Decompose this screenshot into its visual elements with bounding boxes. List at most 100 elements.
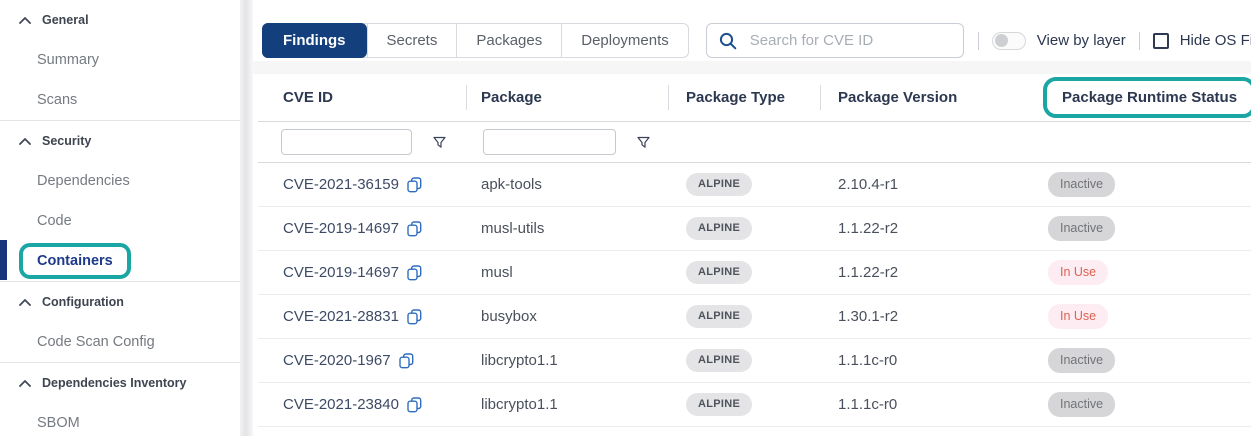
package-version: 1.1.1c-r0 — [838, 352, 897, 369]
filter-icon[interactable] — [433, 136, 446, 149]
hide-os-findings-label: Hide OS Findings — [1180, 32, 1251, 49]
tab-findings[interactable]: Findings — [262, 23, 367, 58]
table-header-row: CVE ID Package Package Type Package Vers… — [258, 74, 1251, 122]
chevron-up-icon — [19, 13, 31, 27]
sidebar-section-configuration: Configuration Code Scan Config — [0, 281, 240, 362]
cve-search-box — [706, 23, 964, 58]
cve-id-link[interactable]: CVE-2019-14697 — [283, 220, 399, 237]
sidebar-item-label: Code — [37, 213, 72, 229]
runtime-status-badge: Inactive — [1048, 392, 1115, 416]
toolbar-table-gap — [253, 61, 1251, 74]
package-filter-input[interactable] — [483, 129, 616, 155]
section-label: General — [42, 13, 89, 27]
cve-id-link[interactable]: CVE-2021-36159 — [283, 176, 399, 193]
sidebar-section-security: Security Dependencies Code Containers — [0, 120, 240, 281]
sidebar-item-containers[interactable]: Containers — [0, 241, 240, 281]
cve-filter-input[interactable] — [281, 129, 412, 155]
package-version: 2.10.4-r1 — [838, 176, 898, 193]
package-type-badge: ALPINE — [686, 217, 752, 239]
sidebar-item-code-scan-config[interactable]: Code Scan Config — [0, 322, 240, 362]
table-row: CVE-2021-23840 libcrypto1.1 ALPINE 1.1.1… — [258, 383, 1251, 427]
column-header-package-version[interactable]: Package Version — [820, 74, 1040, 121]
section-label: Security — [42, 134, 91, 148]
section-label: Dependencies Inventory — [42, 376, 187, 390]
findings-table: CVE ID Package Package Type Package Vers… — [258, 74, 1251, 436]
copy-icon[interactable] — [407, 221, 422, 237]
view-by-layer-toggle[interactable] — [992, 32, 1026, 50]
column-header-package[interactable]: Package — [466, 74, 668, 121]
findings-table-body: CVE-2021-36159 apk-tools ALPINE 2.10.4-r… — [258, 163, 1251, 427]
sidebar-item-label: Scans — [37, 92, 77, 108]
search-icon — [719, 32, 737, 50]
tab-group: Findings Secrets Packages Deployments — [262, 23, 689, 58]
cve-search-input[interactable] — [748, 31, 951, 50]
sidebar-item-dependencies[interactable]: Dependencies — [0, 161, 240, 201]
cve-id-link[interactable]: CVE-2020-1967 — [283, 352, 391, 369]
table-filter-row — [258, 122, 1251, 163]
sidebar-item-label: Dependencies — [37, 173, 130, 189]
copy-icon[interactable] — [407, 309, 422, 325]
runtime-status-badge: In Use — [1048, 260, 1108, 284]
chevron-up-icon — [19, 134, 31, 148]
table-row: CVE-2019-14697 musl-utils ALPINE 1.1.22-… — [258, 207, 1251, 251]
package-name: libcrypto1.1 — [481, 352, 558, 369]
runtime-status-badge: Inactive — [1048, 216, 1115, 240]
package-type-badge: ALPINE — [686, 393, 752, 415]
sidebar-section-header-dependencies-inventory[interactable]: Dependencies Inventory — [0, 363, 240, 403]
sidebar-item-label: Containers — [37, 253, 113, 269]
column-header-package-type[interactable]: Package Type — [668, 74, 820, 121]
panel-divider-shadow — [240, 0, 253, 436]
sidebar-item-summary[interactable]: Summary — [0, 40, 240, 80]
package-version: 1.1.22-r2 — [838, 264, 898, 281]
chevron-up-icon — [19, 295, 31, 309]
runtime-status-badge: Inactive — [1048, 348, 1115, 372]
toggle-knob — [995, 34, 1008, 47]
package-type-badge: ALPINE — [686, 305, 752, 327]
package-name: musl-utils — [481, 220, 544, 237]
copy-icon[interactable] — [407, 397, 422, 413]
copy-icon[interactable] — [407, 177, 422, 193]
sidebar-item-code[interactable]: Code — [0, 201, 240, 241]
chevron-up-icon — [19, 376, 31, 390]
cve-id-link[interactable]: CVE-2019-14697 — [283, 264, 399, 281]
package-filter-cell — [466, 122, 668, 162]
toolbar-divider — [978, 32, 979, 50]
runtime-status-highlight-annotation: Package Runtime Status — [1043, 77, 1251, 118]
sidebar: General Summary Scans Security Dependenc… — [0, 0, 240, 436]
sidebar-section-dependencies-inventory: Dependencies Inventory SBOM — [0, 362, 240, 436]
app-root: General Summary Scans Security Dependenc… — [0, 0, 1251, 436]
sidebar-item-label: SBOM — [37, 415, 80, 431]
package-version: 1.30.1-r2 — [838, 308, 898, 325]
table-row: CVE-2020-1967 libcrypto1.1 ALPINE 1.1.1c… — [258, 339, 1251, 383]
package-name: apk-tools — [481, 176, 542, 193]
tab-secrets[interactable]: Secrets — [367, 24, 457, 57]
cve-id-link[interactable]: CVE-2021-23840 — [283, 396, 399, 413]
sidebar-section-header-security[interactable]: Security — [0, 121, 240, 161]
main-content: Findings Secrets Packages Deployments Vi… — [253, 0, 1251, 436]
sidebar-section-header-general[interactable]: General — [0, 0, 240, 40]
sidebar-section-header-configuration[interactable]: Configuration — [0, 282, 240, 322]
filter-icon[interactable] — [637, 136, 650, 149]
copy-icon[interactable] — [407, 265, 422, 281]
package-type-badge: ALPINE — [686, 349, 752, 371]
cve-id-link[interactable]: CVE-2021-28831 — [283, 308, 399, 325]
tab-deployments[interactable]: Deployments — [561, 24, 688, 57]
package-type-badge: ALPINE — [686, 173, 752, 195]
sidebar-item-scans[interactable]: Scans — [0, 80, 240, 120]
column-header-package-runtime-status[interactable]: Package Runtime Status — [1040, 74, 1251, 121]
package-version: 1.1.22-r2 — [838, 220, 898, 237]
toolbar: Findings Secrets Packages Deployments Vi… — [253, 23, 1251, 58]
package-name: libcrypto1.1 — [481, 396, 558, 413]
hide-os-findings-checkbox[interactable] — [1153, 33, 1169, 49]
sidebar-item-sbom[interactable]: SBOM — [0, 403, 240, 436]
runtime-status-badge: In Use — [1048, 304, 1108, 328]
tab-packages[interactable]: Packages — [456, 24, 561, 57]
sidebar-item-label: Summary — [37, 52, 99, 68]
sidebar-item-label: Code Scan Config — [37, 334, 155, 350]
copy-icon[interactable] — [399, 353, 414, 369]
package-type-badge: ALPINE — [686, 261, 752, 283]
package-version: 1.1.1c-r0 — [838, 396, 897, 413]
column-header-cve-id[interactable]: CVE ID — [258, 74, 466, 121]
containers-highlight-annotation: Containers — [19, 243, 131, 279]
section-label: Configuration — [42, 295, 124, 309]
